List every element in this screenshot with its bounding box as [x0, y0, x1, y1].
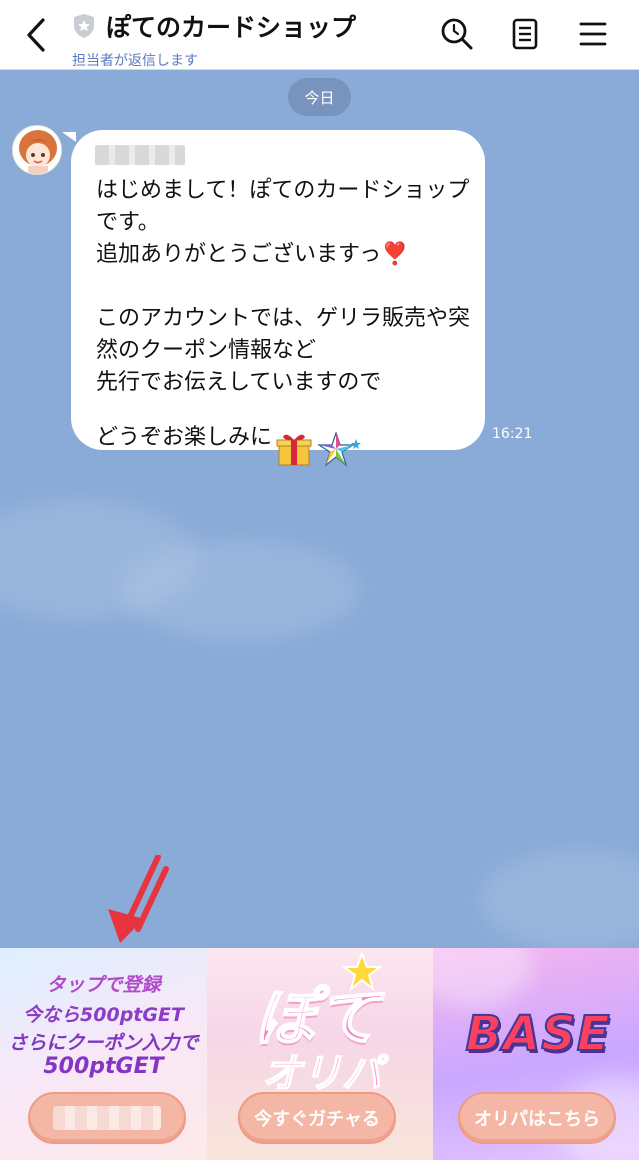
search-icon	[441, 18, 473, 50]
register-button[interactable]: ■■■■■■■	[28, 1092, 186, 1144]
base-title: BASE	[464, 1005, 611, 1063]
rich-menu-register-panel[interactable]: タップで登録 今なら500ptGET さらにクーポン入力で 500ptGET ■…	[0, 948, 207, 1160]
oripa-here-button-label: オリパはこちら	[474, 1109, 600, 1130]
oripa-here-button[interactable]: オリパはこちら	[458, 1092, 616, 1144]
sender-name: ■■■ ■■	[95, 145, 185, 165]
oripa-subtitle: オリパ	[261, 1050, 383, 1098]
register-line-1: タップで登録	[46, 974, 161, 996]
red-arrow-icon	[108, 855, 169, 943]
gacha-button-label: 今すぐガチャる	[254, 1109, 380, 1130]
avatar[interactable]	[12, 125, 62, 175]
chat-header: ぽてのカードショップ 担当者が返信します	[0, 0, 639, 70]
gift-icon	[276, 399, 312, 477]
star-icon	[316, 399, 362, 477]
notes-button[interactable]	[505, 14, 545, 54]
register-button-label: ■■■■■■■	[53, 1106, 161, 1130]
background-cloud	[480, 850, 639, 948]
message-timestamp: 16:21	[492, 426, 533, 442]
message-text: はじめまして！ぽてのカードショップです。 追加ありがとうございますっ❣️ このア…	[96, 175, 471, 477]
line-chat-screen: ぽてのカードショップ 担当者が返信します 今日 はじめまして！ぽてのカードショッ…	[0, 0, 639, 1160]
register-line-4: 500ptGET	[43, 1054, 164, 1079]
date-divider: 今日	[288, 78, 351, 116]
back-button[interactable]	[20, 15, 52, 55]
background-cloud	[120, 540, 360, 640]
rich-menu-oripa-panel[interactable]: ぽて オリパ 今すぐガチャる	[207, 948, 433, 1160]
chat-message-area[interactable]: 今日 ■■■ ■■ はじめまして！ぽてのカードショップです。 追加ありがとうござ…	[0, 70, 639, 948]
back-chevron-icon	[27, 18, 45, 52]
gacha-button[interactable]: 今すぐガチャる	[238, 1092, 396, 1144]
bubble-tail	[62, 132, 76, 142]
rich-menu-base-panel[interactable]: BASE オリパはこちら	[433, 948, 639, 1160]
search-button[interactable]	[437, 14, 477, 54]
notes-icon	[512, 18, 538, 50]
menu-icon	[579, 22, 607, 46]
chat-title: ぽてのカードショップ	[106, 13, 357, 42]
rich-menu: タップで登録 今なら500ptGET さらにクーポン入力で 500ptGET ■…	[0, 948, 639, 1160]
shield-icon	[72, 13, 96, 39]
chat-title-block[interactable]: ぽてのカードショップ 担当者が返信します	[72, 8, 459, 70]
chat-subtitle: 担当者が返信します	[72, 53, 198, 69]
background-bokeh	[433, 948, 533, 1008]
menu-button[interactable]	[573, 14, 613, 54]
register-line-3: さらにクーポン入力で	[8, 1032, 199, 1054]
register-line-2: 今なら500ptGET	[23, 1004, 184, 1026]
